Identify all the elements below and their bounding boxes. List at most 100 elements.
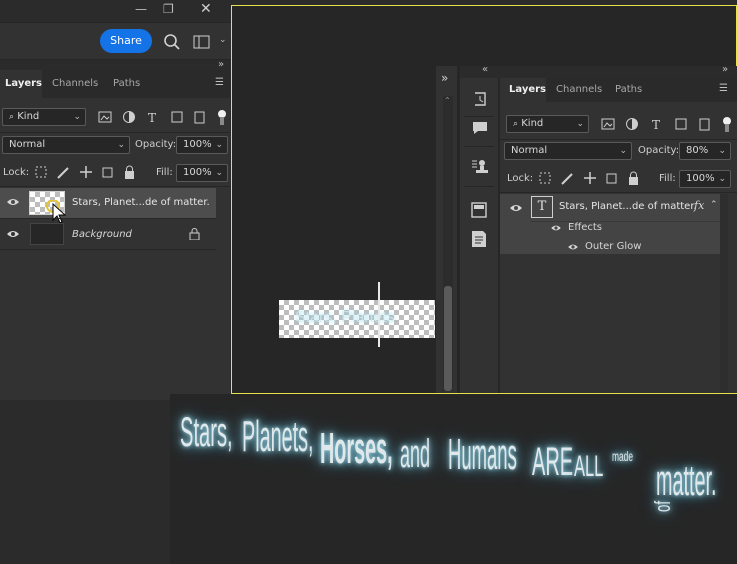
restore-button[interactable]: ❐ (163, 2, 174, 16)
filter-toggle-icon (723, 117, 731, 125)
search-icon: ⌕ (9, 112, 15, 122)
stamp-icon[interactable] (471, 158, 489, 176)
canvas-text-layer[interactable]: Stars, Planets (279, 300, 435, 338)
chevron-down-icon: ⌄ (718, 146, 726, 156)
lock-label: Lock: (507, 173, 534, 184)
layer-row-background[interactable]: Background (0, 219, 216, 249)
blend-mode-select[interactable]: Normal ⌄ (504, 142, 632, 160)
notes-icon[interactable] (471, 230, 487, 248)
shape-filter-icon (171, 111, 183, 123)
workspace-icon[interactable] (193, 35, 211, 49)
tab-paths[interactable]: Paths (113, 78, 140, 89)
properties-icon[interactable] (471, 202, 487, 218)
layers-panel-floating: Layers Channels Paths ☰ ⌕ Kind ⌄ T Norma… (500, 78, 737, 393)
chevron-down-icon: ⌄ (619, 146, 627, 156)
layers-panel: Layers Channels Paths ☰ ⌕ Kind ⌄ T Norma… (0, 70, 230, 400)
preview-word: Horses, (320, 424, 393, 473)
lock-icons (34, 165, 140, 181)
tab-paths[interactable]: Paths (615, 84, 642, 95)
panel-menu-icon[interactable]: ☰ (719, 83, 728, 94)
layer-row-text[interactable]: T Stars, Planet...de of matter. fx ⌃ Eff… (500, 194, 720, 254)
opacity-label: Opacity: (135, 139, 177, 150)
kind-filter-select[interactable]: ⌕ Kind ⌄ (506, 115, 589, 133)
chevron-down-icon: ⌄ (215, 168, 223, 178)
panel-tabs: Layers Channels Paths ☰ (500, 78, 737, 102)
lock-position-icon (80, 166, 92, 178)
outer-glow-effect[interactable]: Outer Glow (585, 241, 641, 252)
search-icon[interactable] (163, 33, 181, 51)
text-cursor (378, 282, 380, 347)
panel-menu-icon[interactable]: ☰ (215, 77, 224, 88)
fill-field[interactable]: 100% ⌄ (176, 164, 228, 182)
kind-filter-value: Kind (17, 111, 40, 122)
share-button[interactable]: Share (100, 29, 152, 53)
close-button[interactable]: ✕ (200, 1, 212, 17)
kind-filter-select[interactable]: ⌕ Kind ⌄ (2, 108, 86, 126)
history-icon[interactable] (471, 90, 489, 108)
chevron-down-icon: ⌄ (718, 174, 726, 184)
filter-icons: T (98, 110, 228, 126)
scrollbar[interactable]: ⌃ (443, 96, 453, 391)
layer-thumbnail (30, 223, 64, 245)
collapse-left-icon[interactable]: « (482, 64, 488, 75)
panel-dock-header: « » (460, 64, 737, 78)
eye-icon[interactable] (509, 203, 523, 213)
opacity-field[interactable]: 100% ⌄ (176, 136, 228, 154)
tab-layers-label: Layers (5, 78, 42, 89)
shape-filter-icon (675, 118, 687, 130)
type-filter-icon: T (148, 111, 156, 125)
expand-panels-icon[interactable]: » (441, 71, 448, 85)
opacity-field[interactable]: 80% ⌄ (679, 142, 731, 160)
eye-icon[interactable] (6, 197, 20, 207)
preview-word: matter. (656, 456, 717, 505)
chevron-up-icon[interactable]: ⌃ (710, 200, 718, 210)
panel-tabs: Layers Channels Paths ☰ (0, 70, 230, 98)
type-layer-thumbnail: T (531, 196, 553, 218)
collapse-panels-icon[interactable]: » (218, 59, 224, 70)
collapse-right-icon[interactable]: » (722, 64, 728, 75)
opacity-value: 80% (686, 145, 709, 156)
blend-mode-select[interactable]: Normal ⌄ (2, 136, 130, 154)
fill-field[interactable]: 100% ⌄ (679, 170, 731, 188)
blend-mode-value: Normal (511, 145, 548, 156)
app-topbar (0, 0, 232, 22)
fx-icon[interactable]: fx (694, 199, 704, 212)
glow-text-preview: Stars, Planets, Horses, and Humans ARE A… (170, 394, 737, 564)
fill-label: Fill: (156, 167, 173, 178)
fill-value: 100% (183, 167, 212, 178)
tab-channels[interactable]: Channels (52, 78, 98, 89)
chevron-down-icon[interactable]: ⌄ (219, 35, 227, 45)
layers-scrollbar[interactable] (720, 194, 728, 393)
lock-transparent-icon (539, 172, 551, 184)
lock-image-icon (561, 173, 573, 185)
tab-channels[interactable]: Channels (556, 84, 602, 95)
collapsed-dock: » ⌃ (436, 66, 458, 393)
blend-mode-value: Normal (9, 139, 46, 150)
minimize-button[interactable]: — (135, 2, 147, 16)
lock-artboard-icon (102, 167, 113, 178)
layer-row-text[interactable]: Stars, Planet...de of matter. (0, 188, 216, 224)
eye-icon[interactable] (6, 229, 20, 239)
scrollbar-thumb[interactable] (444, 286, 452, 391)
comments-icon[interactable] (471, 120, 489, 136)
lock-icons (538, 171, 644, 187)
lock-artboard-icon (606, 173, 617, 184)
smart-object-filter-icon (699, 118, 710, 131)
preview-word: Stars, (180, 408, 233, 455)
lock-position-icon (584, 172, 596, 184)
chevron-down-icon: ⌄ (117, 140, 125, 150)
layer-name: Stars, Planet...de of matter. (559, 201, 697, 212)
eye-icon[interactable] (550, 224, 562, 232)
preview-word: ALL (574, 450, 604, 483)
fill-value: 100% (686, 173, 715, 184)
tab-layers-label: Layers (509, 84, 546, 95)
scroll-up-icon[interactable]: ⌃ (444, 96, 451, 105)
opacity-label: Opacity: (638, 145, 680, 156)
preview-word: Planets, (242, 412, 314, 461)
effects-label: Effects (568, 222, 602, 233)
eye-icon[interactable] (567, 243, 579, 251)
filter-icons: T (601, 117, 736, 133)
lock-transparent-icon (35, 166, 47, 178)
preview-word: ARE (532, 440, 574, 484)
fill-label: Fill: (659, 173, 676, 184)
